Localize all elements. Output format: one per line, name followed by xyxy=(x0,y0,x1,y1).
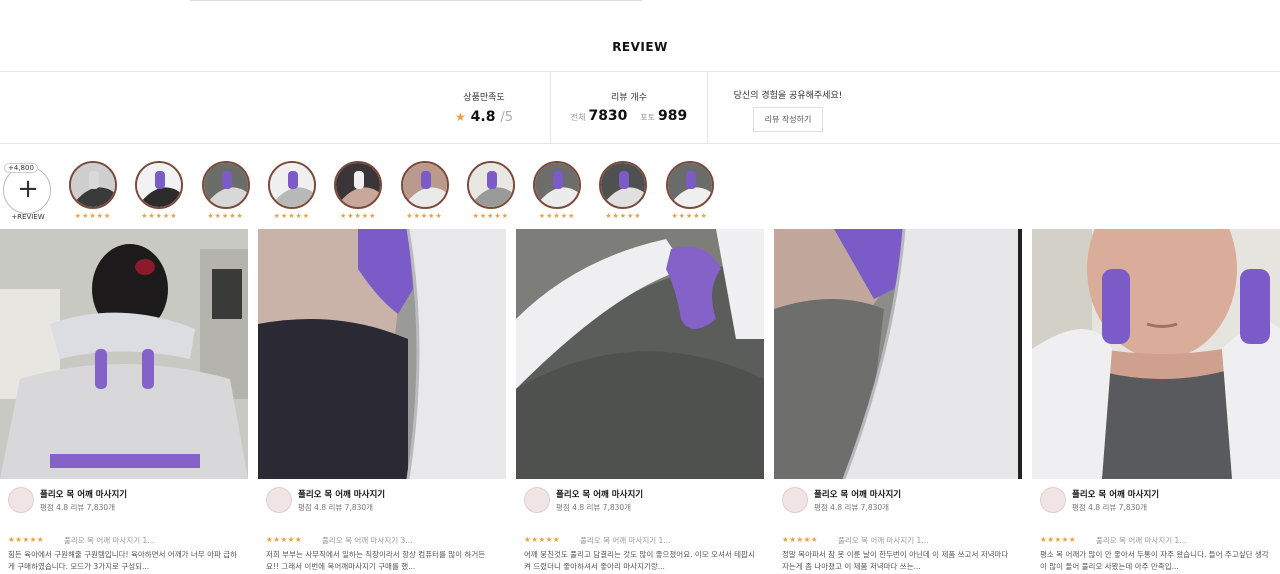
review-text: 힘든 육아에서 구원해줄 구원템입니다! 육아하면서 어깨가 너무 아파 급하게… xyxy=(8,550,238,571)
review-photo[interactable] xyxy=(1032,229,1280,479)
review-text: 평소 목 어깨가 많이 안 좋아서 두통이 자주 왔습니다. 들어 주고싶단 생… xyxy=(1040,550,1269,571)
add-review-label: +REVIEW xyxy=(11,213,45,221)
add-circle[interactable]: + xyxy=(3,166,51,214)
review-thumbnail[interactable]: ★★★★★ xyxy=(266,160,318,226)
satisfaction-box: 상품만족도 ★ 4.8 /5 xyxy=(420,72,548,143)
thumbnail-stars: ★★★★★ xyxy=(74,212,112,220)
thumbnail-stars: ★★★★★ xyxy=(406,212,443,220)
review-count-values: 전체 7830 포토 989 xyxy=(551,108,707,124)
thumbnail-image[interactable] xyxy=(533,161,582,209)
review-card[interactable]: 풀리오 목 어깨 마사지기 평점 4.8 리뷰 7,830개 ★★★★★ 풀리오… xyxy=(516,229,764,574)
review-count-box: 리뷰 개수 전체 7830 포토 989 xyxy=(550,72,708,143)
review-stars: ★★★★★ xyxy=(524,535,561,544)
add-review-button[interactable]: + +4,800 +REVIEW xyxy=(2,163,52,223)
review-card[interactable]: 풀리오 목 어깨 마사지기 평점 4.8 리뷰 7,830개 ★★★★★ 풀리오… xyxy=(774,229,1022,574)
star-icon: ★ xyxy=(455,110,466,124)
rating-number: 4.8 xyxy=(470,109,496,125)
rating-max: /5 xyxy=(500,110,513,125)
photo-review-thumbnails: + +4,800 +REVIEW ★★★★★ ★★★★★ ★★★★★ ★★★★★ ★★★… xyxy=(0,160,1280,226)
thumbnail-stars: ★★★★★ xyxy=(605,212,642,220)
review-stars: ★★★★★ xyxy=(1040,535,1077,544)
avatar xyxy=(782,487,808,513)
review-thumbnail[interactable]: ★★★★★ xyxy=(133,160,185,226)
review-photo[interactable] xyxy=(258,229,506,479)
product-name: 풀리오 목 어깨 마사지기 xyxy=(1072,490,1160,500)
review-thumbnail[interactable]: ★★★★★ xyxy=(664,160,716,226)
product-meta: 평점 4.8 리뷰 7,830개 xyxy=(1072,503,1148,512)
satisfaction-label: 상품만족도 xyxy=(463,93,505,103)
write-review-button[interactable]: 리뷰 작성하기 xyxy=(752,107,824,132)
review-text: 저희 부부는 사무직에서 일하는 직장이라서 항상 컴퓨터를 많이 하거든요!!… xyxy=(266,550,486,571)
review-title: 풀리오 목 어깨 마사지기 1... xyxy=(580,536,671,545)
review-title: 풀리오 목 어깨 마사지기 3... xyxy=(322,536,413,545)
avatar xyxy=(8,487,34,513)
review-summary: 상품만족도 ★ 4.8 /5 리뷰 개수 전체 7830 포토 989 당신의 경험… xyxy=(0,71,1280,144)
photo-count: 989 xyxy=(658,108,688,124)
review-stars: ★★★★★ xyxy=(782,535,819,544)
thumbnail-stars: ★★★★★ xyxy=(141,212,178,220)
add-review-count: +4,800 xyxy=(4,163,38,173)
thumbnail-image[interactable] xyxy=(201,161,250,209)
review-card[interactable]: 풀리오 목 어깨 마사지기 평점 4.8 리뷰 7,830개 ★★★★★ 풀리오… xyxy=(258,229,506,574)
share-label: 당신의 경험을 공유해주세요! xyxy=(733,91,843,101)
product-name: 풀리오 목 어깨 마사지기 xyxy=(40,490,128,500)
product-name: 풀리오 목 어깨 마사지기 xyxy=(298,490,386,500)
total-label: 전체 xyxy=(570,113,586,122)
thumbnail-image[interactable] xyxy=(334,161,383,209)
review-text: 정말 목아파서 잠 못 이룬 날이 한두번이 아닌데 이 제품 쓰고서 저녁마다… xyxy=(782,550,1009,571)
plus-icon: + xyxy=(17,174,39,204)
review-text: 어깨 뭉친것도 풀리고 담결리는 것도 많이 좋으졌어요. 이모 오셔서 테팝시… xyxy=(524,550,755,571)
product-meta: 평점 4.8 리뷰 7,830개 xyxy=(814,503,890,512)
review-count-label: 리뷰 개수 xyxy=(611,93,647,103)
review-thumbnail[interactable]: ★★★★★ xyxy=(399,160,451,226)
product-meta: 평점 4.8 리뷰 7,830개 xyxy=(40,503,116,512)
review-card-list: 풀리오 목 어깨 마사지기 평점 4.8 리뷰 7,830개 ★★★★★ 풀리오… xyxy=(0,229,1280,574)
review-title: 풀리오 목 어깨 마사지기 1... xyxy=(1096,536,1187,545)
avatar xyxy=(524,487,550,513)
review-thumbnail[interactable]: ★★★★★ xyxy=(332,160,384,226)
review-thumbnail[interactable]: ★★★★★ xyxy=(67,160,119,226)
thumbnail-image[interactable] xyxy=(400,161,449,209)
thumbnail-image[interactable] xyxy=(466,161,515,209)
product-meta: 평점 4.8 리뷰 7,830개 xyxy=(298,503,374,512)
rating-value: ★ 4.8 /5 xyxy=(420,109,548,125)
product-meta: 평점 4.8 리뷰 7,830개 xyxy=(556,503,632,512)
product-name: 풀리오 목 어깨 마사지기 xyxy=(814,490,902,500)
avatar xyxy=(266,487,292,513)
thumbnail-stars: ★★★★★ xyxy=(207,212,244,220)
review-photo[interactable] xyxy=(774,229,1022,479)
product-name: 풀리오 목 어깨 마사지기 xyxy=(556,490,644,500)
review-title: 풀리오 목 어깨 마사지기 1... xyxy=(838,536,929,545)
review-stars: ★★★★★ xyxy=(266,535,303,544)
avatar xyxy=(1040,487,1066,513)
thumbnail-image[interactable] xyxy=(69,161,117,209)
photo-label: 포토 xyxy=(640,113,656,122)
thumbnail-image[interactable] xyxy=(135,161,184,209)
thumbnail-image[interactable] xyxy=(267,161,316,209)
review-card[interactable]: 풀리오 목 어깨 마사지기 평점 4.8 리뷰 7,830개 ★★★★★ 풀리오… xyxy=(1032,229,1280,574)
review-photo[interactable] xyxy=(0,229,248,479)
share-box: 당신의 경험을 공유해주세요! 리뷰 작성하기 xyxy=(709,72,867,143)
review-stars: ★★★★★ xyxy=(8,535,45,544)
top-divider xyxy=(190,0,642,1)
thumbnail-stars: ★★★★★ xyxy=(472,212,509,220)
total-count: 7830 xyxy=(588,108,628,124)
review-title: 풀리오 목 어깨 마사지기 1... xyxy=(64,536,155,545)
thumbnail-stars: ★★★★★ xyxy=(339,212,377,220)
thumbnail-image[interactable] xyxy=(665,161,714,209)
thumbnail-image[interactable] xyxy=(599,161,648,209)
thumbnail-stars: ★★★★★ xyxy=(538,212,576,220)
review-thumbnail[interactable]: ★★★★★ xyxy=(597,160,649,226)
section-title: REVIEW xyxy=(612,40,668,54)
review-card[interactable]: 풀리오 목 어깨 마사지기 평점 4.8 리뷰 7,830개 ★★★★★ 풀리오… xyxy=(0,229,248,574)
review-photo[interactable] xyxy=(516,229,764,479)
review-thumbnail[interactable]: ★★★★★ xyxy=(531,160,583,226)
review-thumbnail[interactable]: ★★★★★ xyxy=(200,160,252,226)
review-thumbnail[interactable]: ★★★★★ xyxy=(465,160,517,226)
thumbnail-stars: ★★★★★ xyxy=(671,212,708,220)
thumbnail-stars: ★★★★★ xyxy=(273,212,311,220)
